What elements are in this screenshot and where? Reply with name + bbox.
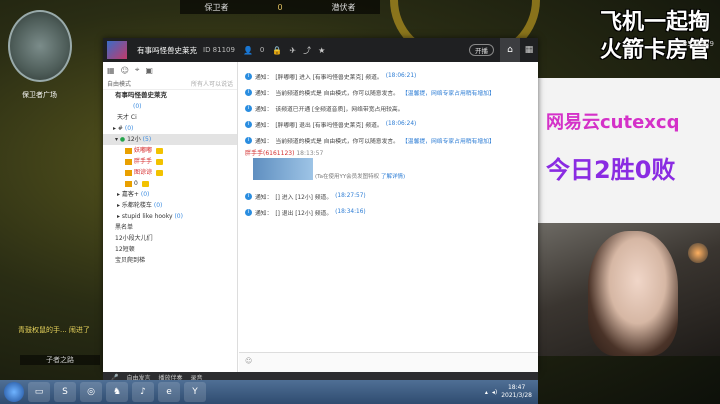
game-chat-line: 青鼓权鼠的手... 闹进了	[18, 326, 90, 334]
info-icon: i	[245, 72, 252, 80]
home-icon[interactable]: ⌂	[500, 38, 520, 62]
channel-id: ID 81109	[203, 46, 235, 54]
emoji-icon[interactable]: ☺	[245, 357, 252, 365]
system-message: i 通知： 当前频道的模式是 自由模式，你可以随意发言。 【温馨提，网络专家占用稍有增…	[239, 84, 538, 100]
volume-icon[interactable]: ◂)	[492, 389, 497, 396]
message-input[interactable]: ☺	[239, 352, 538, 372]
info-icon: i	[245, 104, 252, 112]
tree-user[interactable]: 0	[103, 178, 237, 189]
system-message: i 通知： 当前频道的模式是 自由模式，你可以随意发言。 【温馨提，网络专家占用稍有增…	[239, 132, 538, 148]
message-time: 18:13:57	[296, 150, 324, 157]
start-button[interactable]	[4, 382, 24, 402]
hud-score: 0	[277, 2, 283, 12]
folder-icon[interactable]: ▭	[28, 382, 50, 402]
tree-node[interactable]: ▸ 乐都轮楼车 (0)	[103, 200, 237, 211]
tree-root-count: (0)	[133, 103, 142, 110]
tree-sub1[interactable]: 天才 Ci	[103, 112, 237, 123]
mode-hint: 所有人可以说话	[190, 81, 233, 88]
minimap	[8, 10, 72, 82]
sogou-icon[interactable]: S	[54, 382, 76, 402]
yy-icon[interactable]: Y	[184, 382, 206, 402]
system-message: i 通知： [胖嘟嘟] 退出 [有事吗怪兽史莱克] 频道。 (18:06:24)	[239, 116, 538, 132]
mode-label[interactable]: 自由模式	[107, 79, 131, 88]
grid-icon[interactable]: ▦	[107, 66, 115, 75]
webcam-feed	[538, 223, 720, 356]
info-icon: i	[245, 120, 252, 128]
tree-node[interactable]: 12小段大儿们	[103, 233, 237, 244]
tree-node[interactable]: 宝贝爬到梯	[103, 255, 237, 266]
open-stream-button[interactable]: 开播	[469, 44, 494, 56]
system-tray: ▴ ◂) 18:47 2021/3/28	[485, 380, 532, 404]
learn-more-link[interactable]: 了解详情)	[381, 174, 405, 180]
channel-user-count: 0	[259, 46, 265, 54]
streamer-face	[588, 231, 678, 356]
system-message: i 通知：[] 进入 [12小] 频道。 (18:27:57)	[239, 188, 538, 204]
message-image[interactable]	[253, 158, 313, 180]
game-hud: 保卫者 0 潜伏者	[180, 0, 380, 14]
clock[interactable]: 18:47 2021/3/28	[501, 384, 532, 400]
message-username[interactable]: 胖手手	[245, 150, 263, 157]
system-message: i 通知： 该频道已开通 [全频道音质]，网络带宽占用较高。	[239, 100, 538, 116]
message-area: i 通知： [胖嘟嘟] 进入 [有事吗怪兽史莱克] 频道。 (18:06:21) i通…	[239, 62, 538, 352]
overlay-line-2: 今日2胜0败	[546, 156, 676, 184]
bokeh-light	[688, 243, 708, 263]
star-icon[interactable]: ★	[318, 46, 325, 55]
tree-node[interactable]: 12短顿	[103, 244, 237, 255]
system-message: i 通知： [胖嘟嘟] 进入 [有事吗怪兽史莱克] 频道。 (18:06:21)	[239, 68, 538, 84]
left-toolbar: ▦ ☺ ⌖ ▣	[103, 62, 237, 78]
user-icon[interactable]: ☺	[121, 66, 129, 75]
image-icon[interactable]: ▣	[145, 66, 153, 75]
channel-tree: 有事吗怪兽史莱克 (0) 天才 Ci ▸ # (0) ▾ ● 12小 (5) 妖…	[103, 90, 237, 266]
vip-note: (Ta在使用YY会员发图特权 了解详情)	[315, 174, 406, 180]
yy-chat-window: 有事吗怪兽史莱克 ID 81109 👤 0 🔒 ✈ ⤴ ★ 开播 ⌂ ▦ ▦ ☺…	[103, 38, 538, 372]
tree-node[interactable]: ▸ stupid like hooky (0)	[103, 211, 237, 222]
overlay-title-2: 火箭卡房管	[599, 38, 710, 63]
plane-icon[interactable]: ✈	[289, 46, 296, 55]
info-icon: i	[245, 192, 252, 200]
tree-user[interactable]: 妖嘟嘟	[103, 145, 237, 156]
channel-tree-panel: ▦ ☺ ⌖ ▣ 自由模式 所有人可以说话 有事吗怪兽史莱克 (0) 天才 Ci …	[103, 62, 238, 372]
window-header: 有事吗怪兽史莱克 ID 81109 👤 0 🔒 ✈ ⤴ ★ 开播 ⌂ ▦	[103, 38, 538, 62]
tree-node[interactable]: ▸ 嘉客+ (0)	[103, 189, 237, 200]
share-icon[interactable]: ⤴	[303, 45, 311, 56]
mode-row: 自由模式 所有人可以说话	[103, 78, 237, 90]
search-icon[interactable]: ◎	[80, 382, 102, 402]
network-icon[interactable]: ▴	[485, 389, 488, 396]
user-message: 胖手手(6161123) 18:13:57 (Ta在使用YY会员发图特权 了解详…	[245, 150, 406, 180]
tree-user[interactable]: 图谅谅	[103, 167, 237, 178]
game-icon[interactable]: ♞	[106, 382, 128, 402]
channel-name: 有事吗怪兽史莱克	[137, 45, 197, 55]
tree-node[interactable]: 黑名单	[103, 222, 237, 233]
channel-avatar[interactable]	[107, 41, 127, 59]
game-player-name: 子者之路	[20, 355, 100, 365]
info-icon: i	[245, 88, 252, 96]
system-message: i 通知：[] 退出 [12小] 频道。 (18:34:16)	[239, 204, 538, 220]
info-icon: i	[245, 208, 252, 216]
hud-team-2: 潜伏者	[331, 2, 356, 12]
hud-team-1: 保卫者	[204, 2, 229, 12]
grid-icon[interactable]: ▦	[520, 45, 538, 55]
lock-icon[interactable]: 🔒	[272, 46, 282, 55]
music-icon[interactable]: ♪	[132, 382, 154, 402]
user-count-icon: 👤	[242, 45, 253, 55]
tree-user[interactable]: 胖手手	[103, 156, 237, 167]
overlay-line-1: 网易云cutexcq	[546, 112, 680, 133]
overlay-channel-id: 8511529	[682, 40, 714, 48]
tree-sub2[interactable]: ▸ # (0)	[103, 123, 237, 134]
tree-root[interactable]: 有事吗怪兽史莱克	[103, 90, 237, 101]
info-icon: i	[245, 136, 252, 144]
ie-icon[interactable]: e	[158, 382, 180, 402]
minimap-label: 保卫者广场	[22, 91, 57, 99]
windows-taskbar: ▭ S ◎ ♞ ♪ e Y ▴ ◂) 18:47 2021/3/28	[0, 380, 538, 404]
tree-selected-channel[interactable]: ▾ ● 12小 (5)	[103, 134, 237, 145]
location-icon[interactable]: ⌖	[135, 65, 140, 75]
